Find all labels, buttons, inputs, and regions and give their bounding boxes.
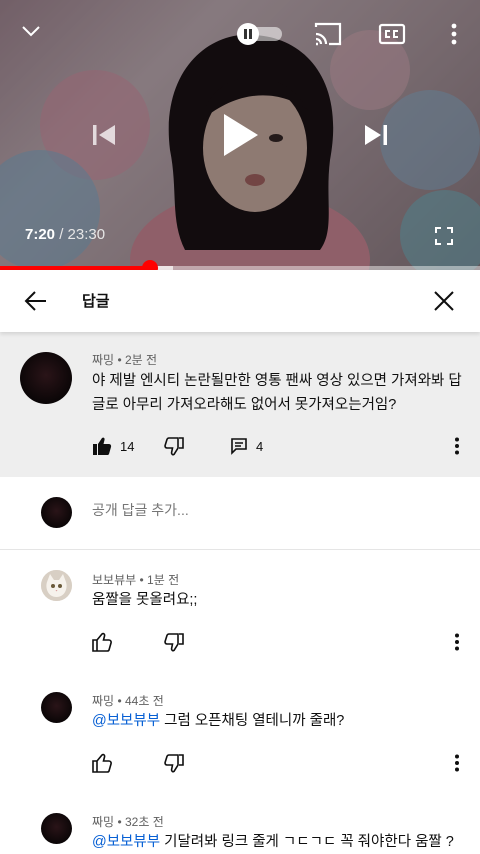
comment-author[interactable]: 짜밍 bbox=[92, 694, 114, 708]
comment-text-body: 그럼 오픈채팅 열테니까 줄래? bbox=[160, 713, 345, 729]
player-more-button[interactable] bbox=[440, 18, 468, 50]
comment-author[interactable]: 짜밍 bbox=[92, 353, 114, 367]
comment-mention[interactable]: @보보뷰부 bbox=[92, 834, 160, 850]
replies-header: 답글 bbox=[0, 270, 480, 332]
close-button[interactable] bbox=[426, 283, 462, 319]
cast-button[interactable] bbox=[310, 18, 346, 50]
thumb-up-icon bbox=[92, 632, 112, 652]
autoplay-toggle-icon bbox=[237, 23, 282, 45]
comment-time: • 44초 전 bbox=[117, 694, 164, 708]
more-vert-icon bbox=[451, 23, 457, 45]
comment-text: 움짤을 못올려요;; bbox=[92, 588, 197, 612]
comment-text-body: 기달려봐 링크 줄게 ㄱㄷㄱㄷ 꼭 줘야한다 움짤 ? bbox=[160, 834, 454, 850]
captions-icon bbox=[378, 23, 406, 45]
comment-author[interactable]: 짜밍 bbox=[92, 815, 114, 829]
captions-button[interactable] bbox=[374, 18, 410, 50]
thumb-down-icon bbox=[164, 437, 184, 456]
dislike-button[interactable] bbox=[164, 632, 184, 652]
comment-text: 야 제발 엔시티 논란될만한 영통 팬싸 영상 있으면 가져와봐 답 글로 아무… bbox=[92, 369, 468, 417]
dislike-button[interactable] bbox=[164, 753, 184, 773]
reply-icon bbox=[231, 438, 247, 455]
like-count: 14 bbox=[120, 438, 135, 454]
comment-more-button[interactable] bbox=[447, 434, 467, 458]
thumb-up-icon bbox=[92, 753, 112, 773]
comment-text: @보보뷰부 기달려봐 링크 줄게 ㄱㄷㄱㄷ 꼭 줘야한다 움짤 ? bbox=[92, 830, 454, 854]
divider bbox=[0, 549, 480, 550]
total-time: / 23:30 bbox=[59, 226, 106, 243]
comment-mention[interactable]: @보보뷰부 bbox=[92, 713, 160, 729]
replies-title: 답글 bbox=[82, 293, 110, 310]
thumb-down-icon bbox=[164, 754, 184, 773]
avatar[interactable] bbox=[41, 570, 72, 601]
like-button[interactable]: 14 bbox=[92, 436, 134, 456]
more-vert-icon bbox=[455, 633, 459, 651]
video-player[interactable]: 7:20 / 23:30 bbox=[0, 0, 480, 270]
comment-time: • 1분 전 bbox=[139, 573, 180, 587]
skip-next-icon bbox=[365, 125, 387, 145]
comment-meta: 보보뷰부 • 1분 전 bbox=[92, 571, 179, 588]
parent-comment: 짜밍 • 2분 전 야 제발 엔시티 논란될만한 영통 팬싸 영상 있으면 가져… bbox=[0, 332, 480, 477]
my-avatar bbox=[41, 497, 72, 528]
reply-count: 4 bbox=[256, 438, 264, 454]
arrow-back-icon bbox=[24, 291, 46, 311]
time-display: 7:20 / 23:30 bbox=[25, 226, 105, 243]
comment-meta: 짜밍 • 32초 전 bbox=[92, 813, 164, 830]
collapse-button[interactable] bbox=[14, 14, 48, 48]
current-time: 7:20 bbox=[25, 226, 56, 243]
close-icon bbox=[434, 291, 454, 311]
comment-time: • 2분 전 bbox=[117, 353, 158, 367]
comment-text: @보보뷰부 그럼 오픈채팅 열테니까 줄래? bbox=[92, 709, 344, 733]
reply-button[interactable]: 4 bbox=[230, 437, 263, 455]
comment-text-body: 움짤을 못올려요;; bbox=[92, 592, 198, 608]
fullscreen-icon bbox=[435, 227, 453, 245]
play-icon bbox=[224, 114, 258, 156]
previous-button[interactable] bbox=[84, 115, 124, 155]
add-reply-input[interactable] bbox=[92, 502, 392, 518]
thumb-down-icon bbox=[164, 633, 184, 652]
comment-text-line: 야 제발 엔시티 논란될만한 영통 팬싸 영상 있으면 가져와봐 답 bbox=[92, 373, 462, 389]
like-button[interactable] bbox=[92, 753, 112, 773]
skip-previous-icon bbox=[93, 125, 115, 145]
avatar[interactable] bbox=[20, 352, 72, 404]
dislike-button[interactable] bbox=[164, 436, 184, 456]
avatar[interactable] bbox=[41, 813, 72, 844]
comment-text-line: 글로 아무리 가져오라해도 없어서 못가져오는거임? bbox=[92, 397, 397, 413]
comment-more-button[interactable] bbox=[447, 630, 467, 654]
comment-time: • 32초 전 bbox=[117, 815, 164, 829]
comment-meta: 짜밍 • 44초 전 bbox=[92, 692, 164, 709]
cast-icon bbox=[314, 22, 342, 46]
autoplay-toggle[interactable] bbox=[234, 22, 284, 46]
like-button[interactable] bbox=[92, 632, 112, 652]
avatar[interactable] bbox=[41, 692, 72, 723]
play-button[interactable] bbox=[212, 105, 268, 165]
comment-meta: 짜밍 • 2분 전 bbox=[92, 351, 157, 368]
next-button[interactable] bbox=[356, 115, 396, 155]
more-vert-icon bbox=[455, 754, 459, 772]
chevron-down-icon bbox=[22, 26, 40, 37]
fullscreen-button[interactable] bbox=[428, 220, 460, 252]
thumb-up-icon bbox=[93, 437, 112, 455]
cat-avatar-image bbox=[41, 570, 72, 601]
back-button[interactable] bbox=[18, 283, 54, 319]
more-vert-icon bbox=[455, 437, 459, 455]
comment-author[interactable]: 보보뷰부 bbox=[92, 573, 136, 587]
comment-more-button[interactable] bbox=[447, 751, 467, 775]
